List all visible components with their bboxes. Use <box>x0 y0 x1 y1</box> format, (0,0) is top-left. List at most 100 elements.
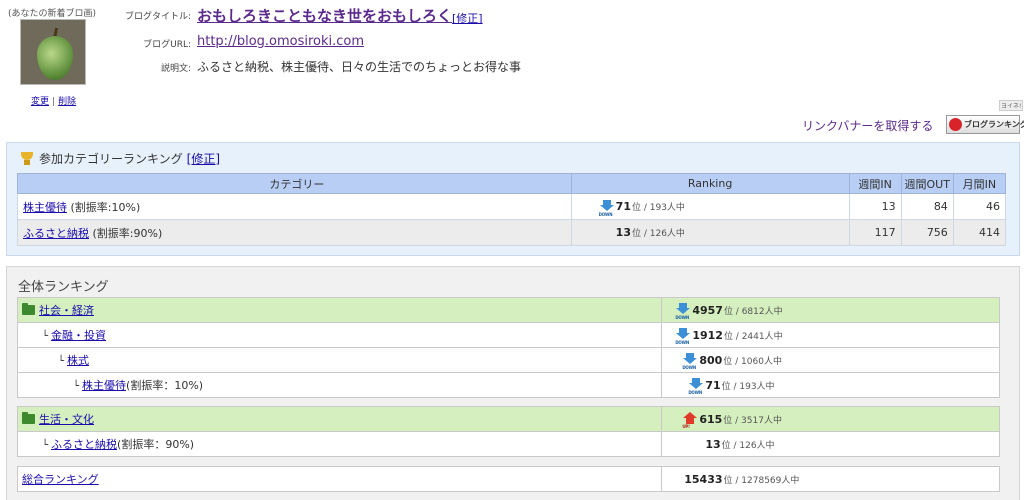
blog-profile: (あなたの新着ブロ画) 変更 | 削除 ブログタイトル: おもしろきこともなき世をお… <box>0 0 1024 135</box>
blog-ranking-logo-icon <box>949 118 962 131</box>
week-in-value: 13 <box>848 193 902 220</box>
genre-link-furusato[interactable]: ふるさと納税 <box>51 438 117 451</box>
ranking-cell: 13 位 / 126人中 <box>661 431 1000 457</box>
category-ranking-panel: 参加カテゴリーランキング [修正] カテゴリー Ranking 週間IN 週間O… <box>6 142 1020 256</box>
genre-cell: └ 株主優待(割振率：10%) <box>16 372 663 398</box>
overall-ranking-link[interactable]: 総合ランキング <box>22 473 99 486</box>
rank-total: 位 / 126人中 <box>721 440 775 451</box>
table-header-row: カテゴリー Ranking 週間IN 週間OUT 月間IN <box>17 173 1007 194</box>
rank-total: 位 / 126人中 <box>631 229 685 239</box>
week-out-value: 84 <box>900 193 954 220</box>
week-in-value: 117 <box>848 219 902 246</box>
ranking-cell: DOWN 71 位 / 193人中 <box>570 193 850 220</box>
column-header-week-in: 週間IN <box>848 173 902 194</box>
genre-link-society-economy[interactable]: 社会・経済 <box>39 304 94 317</box>
column-header-week-out: 週間OUT <box>900 173 954 194</box>
rank-number: 615 <box>699 412 723 426</box>
ranking-group-lifestyle: 生活・文化 UP! 615 位 / 3517人中 └ ふるさと納税(割振率：90%)… <box>16 406 1000 457</box>
edit-categories-link[interactable]: [修正] <box>187 150 220 167</box>
blog-description-label: 説明文: <box>160 64 191 74</box>
blog-url-label: ブログURL: <box>143 40 191 50</box>
rank-number: 1912 <box>692 328 723 342</box>
column-header-ranking: Ranking <box>570 173 850 194</box>
genre-link-lifestyle-culture[interactable]: 生活・文化 <box>39 413 94 426</box>
get-link-banner-link[interactable]: リンクバナーを取得する <box>802 117 933 134</box>
rank-number: 13 <box>615 226 631 239</box>
table-row: 社会・経済 DOWN 4957 位 / 6812人中 <box>16 297 1000 323</box>
ranking-cell: DOWN 800 位 / 1060人中 <box>661 347 1000 373</box>
genre-link-stocks[interactable]: 株式 <box>67 354 89 367</box>
table-row: 総合ランキング 15433 位 / 1278569人中 <box>16 466 1000 492</box>
column-header-category: カテゴリー <box>17 173 572 194</box>
ranking-cell: 15433 位 / 1278569人中 <box>661 466 1000 492</box>
category-link-furusato[interactable]: ふるさと納税 <box>23 227 89 240</box>
category-link-kabunushi[interactable]: 株主優待 <box>23 201 67 214</box>
table-row: 株主優待 (割振率:10%) DOWN 71 位 / 193人中 13 84 46 <box>17 193 1007 220</box>
like-badge[interactable]: ヨイネ! <box>999 100 1024 111</box>
rank-number: 13 <box>705 437 721 451</box>
ranking-cell: UP! 615 位 / 3517人中 <box>661 406 1000 432</box>
allocation-note: (割振率:10%) <box>67 200 141 214</box>
allocation-note: (割振率：90%) <box>117 438 195 451</box>
week-out-value: 756 <box>900 219 954 246</box>
category-cell: ふるさと納税 (割振率:90%) <box>17 219 572 246</box>
allocation-note: (割振率：10%) <box>126 379 204 392</box>
table-row: └ 金融・投資 DOWN 1912 位 / 2441人中 <box>16 322 1000 348</box>
table-row: ふるさと納税 (割振率:90%) 13 位 / 126人中 117 756 414 <box>17 219 1007 246</box>
down-arrow-icon: DOWN <box>675 327 691 345</box>
down-arrow-icon: DOWN <box>675 302 691 320</box>
rank-total: 位 / 1278569人中 <box>723 475 800 486</box>
rank-total: 位 / 3517人中 <box>723 415 782 426</box>
folder-icon <box>22 412 35 424</box>
thumbnail-actions: 変更 | 削除 <box>31 94 76 107</box>
delete-thumbnail-link[interactable]: 削除 <box>58 97 76 107</box>
rank-number: 71 <box>615 200 631 213</box>
ranking-cell: DOWN 71 位 / 193人中 <box>661 372 1000 398</box>
category-ranking-heading: 参加カテゴリーランキング [修正] <box>19 150 220 167</box>
table-row: └ ふるさと納税(割振率：90%) 13 位 / 126人中 <box>16 431 1000 457</box>
month-in-value: 46 <box>952 193 1007 220</box>
category-ranking-title: 参加カテゴリーランキング <box>39 152 183 166</box>
tree-branch-icon: └ <box>42 331 49 342</box>
genre-cell: └ ふるさと納税(割振率：90%) <box>16 431 663 457</box>
column-header-month-in: 月間IN <box>952 173 1007 194</box>
down-arrow-icon: DOWN <box>688 377 704 395</box>
blog-title-link[interactable]: おもしろきこともなき世をおもしろく <box>197 5 452 26</box>
month-in-value: 414 <box>952 219 1007 246</box>
allocation-note: (割振率:90%) <box>89 226 163 240</box>
tree-branch-icon: └ <box>58 356 65 367</box>
genre-cell: └ 株式 <box>16 347 663 373</box>
edit-title-link[interactable]: [修正] <box>452 10 483 26</box>
tree-branch-icon: └ <box>73 381 80 392</box>
overall-ranking-title: 全体ランキング <box>18 280 109 295</box>
rank-number: 15433 <box>684 472 723 486</box>
rank-number: 800 <box>699 353 723 367</box>
genre-cell: 生活・文化 <box>16 406 663 432</box>
banner-button-label: ブログランキング <box>964 120 1024 129</box>
blog-title-label: ブログタイトル: <box>124 12 191 22</box>
ranking-group-society: 社会・経済 DOWN 4957 位 / 6812人中 └ 金融・投資 DOWN 19… <box>16 297 1000 398</box>
ranking-cell: DOWN 1912 位 / 2441人中 <box>661 322 1000 348</box>
blog-description: ふるさと納税、株主優待、日々の生活でのちょっとお得な事 <box>197 60 522 74</box>
rank-total: 位 / 1060人中 <box>723 356 782 367</box>
trophy-icon <box>19 151 35 167</box>
genre-cell: 総合ランキング <box>16 466 663 492</box>
up-arrow-icon: UP! <box>682 411 698 429</box>
genre-link-finance[interactable]: 金融・投資 <box>51 329 106 342</box>
genre-link-kabunushi[interactable]: 株主優待 <box>82 379 126 392</box>
rank-total: 位 / 6812人中 <box>723 306 783 317</box>
blog-url-link[interactable]: http://blog.omosiroki.com <box>197 34 364 49</box>
blog-ranking-banner-button[interactable]: ブログランキング <box>946 115 1024 134</box>
rank-total: 位 / 193人中 <box>631 203 685 213</box>
rank-number: 4957 <box>692 303 723 317</box>
genre-cell: 社会・経済 <box>16 297 663 323</box>
change-thumbnail-link[interactable]: 変更 <box>31 97 49 107</box>
category-cell: 株主優待 (割振率:10%) <box>17 193 572 220</box>
overall-ranking-panel: 全体ランキング 社会・経済 DOWN 4957 位 / 6812人中 └ 金融・投資… <box>6 266 1020 500</box>
rank-total: 位 / 2441人中 <box>723 331 783 342</box>
table-row: └ 株主優待(割振率：10%) DOWN 71 位 / 193人中 <box>16 372 1000 398</box>
blog-thumbnail <box>20 19 86 85</box>
down-arrow-icon: DOWN <box>682 352 698 370</box>
ranking-cell: DOWN 4957 位 / 6812人中 <box>661 297 1000 323</box>
folder-icon <box>22 303 35 315</box>
